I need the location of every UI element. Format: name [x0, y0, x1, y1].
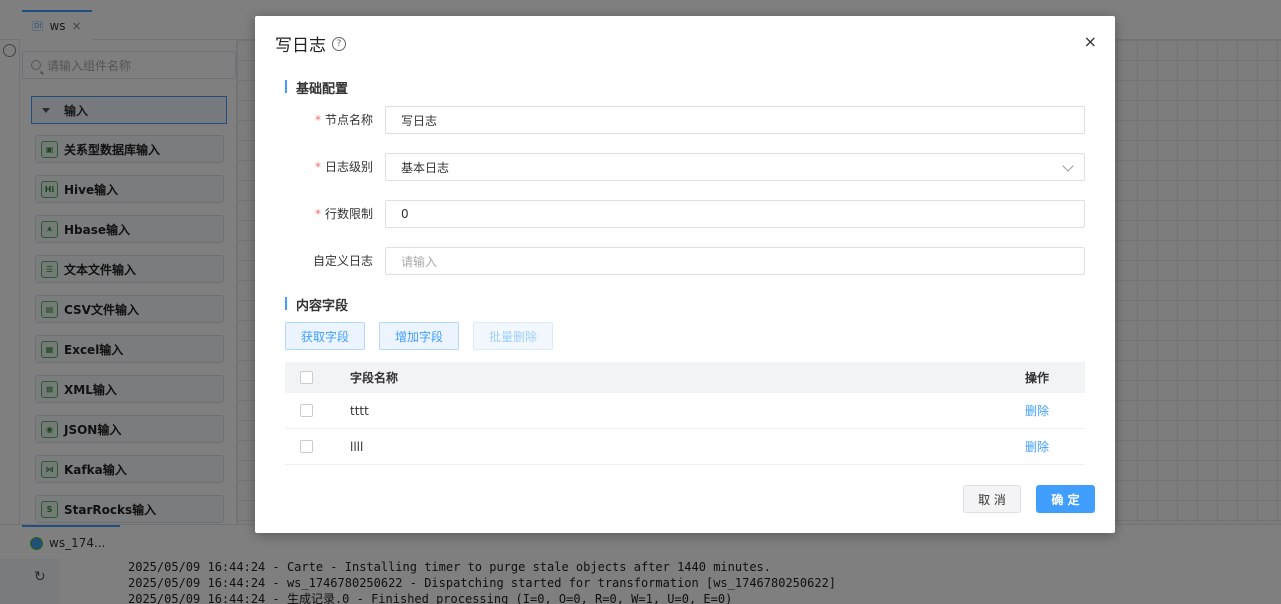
col-field-name: 字段名称 — [350, 371, 399, 385]
table-header: 字段名称 操作 — [285, 362, 1085, 393]
add-field-button[interactable]: 增加字段 — [379, 322, 459, 350]
section-content-fields: 内容字段 — [285, 295, 348, 314]
field-name-cell: llll — [350, 439, 364, 454]
help-icon[interactable]: ? — [332, 36, 346, 51]
batch-delete-button[interactable]: 批量删除 — [473, 322, 553, 350]
col-operation: 操作 — [1025, 371, 1050, 385]
row-limit-input[interactable]: 0 — [385, 200, 1085, 228]
confirm-button[interactable]: 确 定 — [1036, 485, 1095, 513]
fields-table: 字段名称 操作 tttt 删除 llll 删除 — [285, 362, 1085, 465]
close-icon[interactable]: × — [1084, 32, 1097, 51]
node-name-label: * 节点名称 — [314, 113, 373, 127]
row-checkbox[interactable] — [300, 440, 313, 453]
cancel-button[interactable]: 取 消 — [963, 485, 1021, 513]
log-level-value: 基本日志 — [401, 160, 450, 175]
chevron-down-icon — [1062, 160, 1074, 172]
log-level-label: * 日志级别 — [314, 160, 373, 174]
get-fields-button[interactable]: 获取字段 — [285, 322, 365, 350]
dialog-title-text: 写日志 — [275, 36, 326, 56]
dialog-title: 写日志 ? — [275, 31, 346, 56]
field-name-cell: tttt — [350, 403, 369, 418]
select-all-checkbox[interactable] — [300, 371, 313, 384]
section-basic-config: 基础配置 — [285, 78, 348, 97]
log-level-select[interactable]: 基本日志 — [385, 153, 1085, 181]
write-log-dialog: 写日志 ? × 基础配置 * 节点名称 写日志 * 日志级别 基本日志 * 行数限制 … — [255, 16, 1115, 533]
custom-log-input[interactable]: 请输入 — [385, 247, 1085, 275]
row-limit-label: * 行数限制 — [314, 207, 373, 221]
delete-link[interactable]: 删除 — [1025, 402, 1049, 419]
custom-log-label: 自定义日志 — [312, 254, 373, 268]
table-row: llll 删除 — [285, 429, 1085, 465]
table-row: tttt 删除 — [285, 393, 1085, 429]
delete-link[interactable]: 删除 — [1025, 438, 1049, 455]
row-checkbox[interactable] — [300, 404, 313, 417]
node-name-input[interactable]: 写日志 — [385, 106, 1085, 134]
